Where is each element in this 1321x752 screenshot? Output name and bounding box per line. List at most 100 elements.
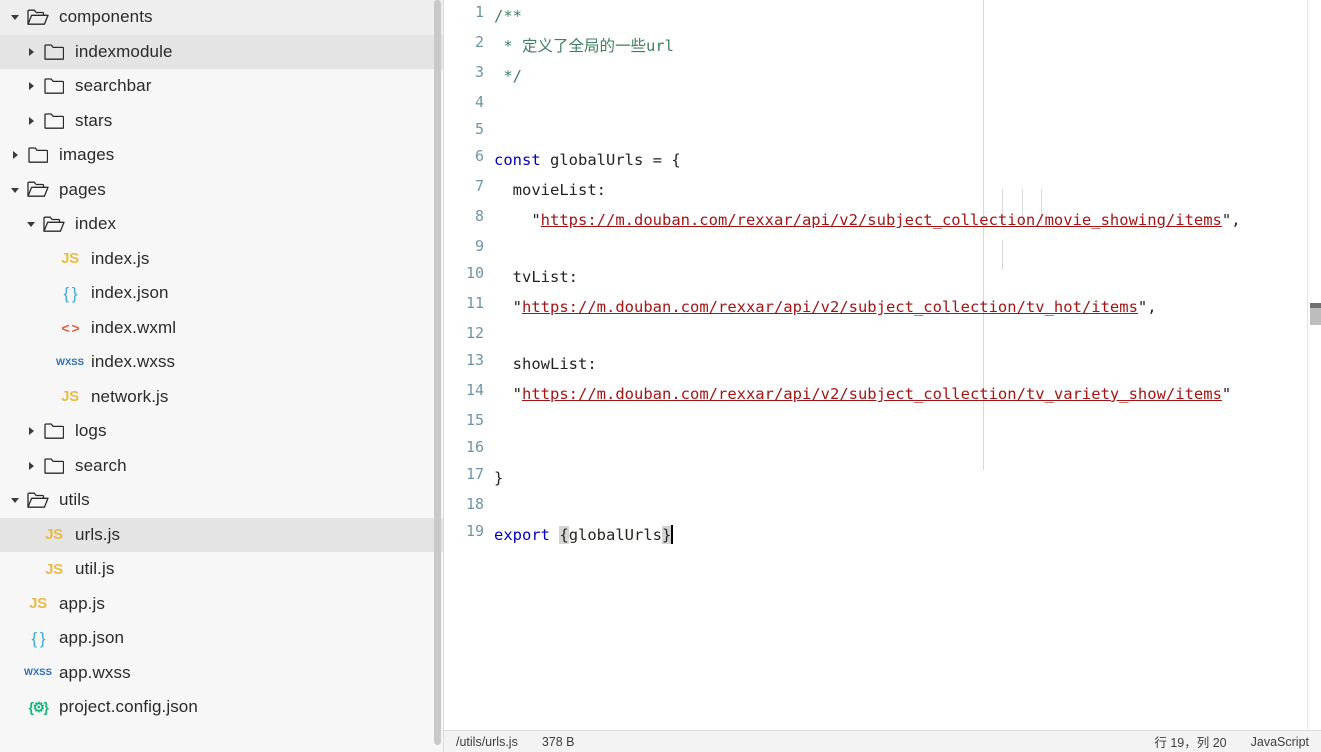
tree-item-label: index.json [91, 283, 169, 303]
chevron-right-icon[interactable] [22, 47, 40, 57]
code-token-punct: " [494, 211, 541, 229]
status-cursor-position[interactable]: 行 19，列 20 [1142, 732, 1238, 751]
tree-item-search[interactable]: search [0, 449, 443, 484]
folder-icon [40, 78, 68, 95]
tree-item-label: stars [75, 110, 113, 130]
chevron-right-icon[interactable] [22, 426, 40, 436]
code-line-text[interactable] [494, 90, 1321, 93]
tree-item-components[interactable]: components [0, 0, 443, 35]
code-line[interactable]: 18 [444, 492, 1321, 519]
tree-item-label: app.js [59, 593, 105, 613]
tree-item-network-js[interactable]: JS network.js [0, 380, 443, 415]
line-number: 7 [474, 177, 484, 195]
code-line-text[interactable]: "https://m.douban.com/rexxar/api/v2/subj… [494, 378, 1321, 408]
chevron-down-icon[interactable] [22, 219, 40, 229]
code-line-text[interactable]: export {globalUrls} [494, 519, 1321, 549]
code-line[interactable]: 17} [444, 462, 1321, 492]
chevron-down-icon[interactable] [6, 185, 24, 195]
tree-item-utils[interactable]: utils [0, 483, 443, 518]
tree-item-label: pages [59, 179, 106, 199]
code-line-text[interactable]: * 定义了全局的一些url [494, 30, 1321, 60]
code-line[interactable]: 15 [444, 408, 1321, 435]
code-line-text[interactable]: tvList: [494, 261, 1321, 291]
code-line-text[interactable] [494, 234, 1321, 237]
tree-item-index-wxml[interactable]: < > index.wxml [0, 311, 443, 346]
code-content[interactable]: 1/** 2 * 定义了全局的一些url 3 */4 5 6 const globalUr… [444, 0, 1321, 730]
code-lines[interactable]: 1/** 2 * 定义了全局的一些url 3 */4 5 6 const globalUr… [444, 0, 1321, 549]
chevron-right-icon[interactable] [22, 461, 40, 471]
tree-item-urls-js[interactable]: JS urls.js [0, 517, 443, 552]
code-line-text[interactable]: movieList: [494, 174, 1321, 204]
code-line-text[interactable]: showList: [494, 348, 1321, 378]
code-line-text[interactable]: const globalUrls = { [494, 144, 1321, 174]
tree-item-app-wxss[interactable]: WXSS app.wxss [0, 656, 443, 691]
code-line[interactable]: 4 [444, 90, 1321, 117]
tree-item-label: network.js [91, 386, 169, 406]
code-line[interactable]: 2 * 定义了全局的一些url [444, 30, 1321, 60]
code-line-text[interactable]: */ [494, 60, 1321, 90]
tree-item-index-json[interactable]: { } index.json [0, 276, 443, 311]
code-line-text[interactable] [494, 321, 1321, 324]
code-token-str: https://m.douban.com/rexxar/api/v2/subje… [540, 211, 1222, 229]
code-line-text[interactable]: /** [494, 0, 1321, 30]
chevron-down-icon[interactable] [6, 12, 24, 22]
tree-item-project-config-json[interactable]: {⚙} project.config.json [0, 690, 443, 725]
tree-item-indexmodule[interactable]: indexmodule [0, 34, 443, 69]
code-line[interactable]: 8 "https://m.douban.com/rexxar/api/v2/su… [444, 204, 1321, 234]
editor-vertical-scrollbar[interactable] [1307, 0, 1321, 730]
file-tree[interactable]: components indexmodule searchbar stars image… [0, 0, 443, 725]
tree-item-index-js[interactable]: JS index.js [0, 242, 443, 277]
tree-item-stars[interactable]: stars [0, 104, 443, 139]
tree-item-label: utils [59, 490, 90, 510]
status-file-path[interactable]: /utils/urls.js [444, 735, 530, 749]
file-explorer-sidebar[interactable]: components indexmodule searchbar stars image… [0, 0, 444, 752]
chevron-right-icon[interactable] [22, 81, 40, 91]
code-line[interactable]: 12 [444, 321, 1321, 348]
code-token-punct: ", [1221, 211, 1241, 229]
tree-item-images[interactable]: images [0, 138, 443, 173]
code-token-comment: * 定义了全局的一些url [494, 37, 675, 55]
code-token-comment: /** [494, 7, 522, 25]
code-line-text[interactable]: } [494, 462, 1321, 492]
code-line-text[interactable]: "https://m.douban.com/rexxar/api/v2/subj… [494, 291, 1321, 321]
wxml-file-icon: < > [61, 319, 79, 336]
code-line-text[interactable]: "https://m.douban.com/rexxar/api/v2/subj… [494, 204, 1321, 234]
code-line-text[interactable] [494, 408, 1321, 411]
tree-item-app-js[interactable]: JS app.js [0, 587, 443, 622]
folder-open-icon [24, 492, 52, 509]
code-line[interactable]: 3 */ [444, 60, 1321, 90]
code-line-text[interactable] [494, 117, 1321, 120]
code-line[interactable]: 16 [444, 435, 1321, 462]
code-line[interactable]: 9 [444, 234, 1321, 261]
chevron-right-icon[interactable] [6, 150, 24, 160]
tree-item-util-js[interactable]: JS util.js [0, 552, 443, 587]
code-line[interactable]: 10 tvList: [444, 261, 1321, 291]
code-editor-pane[interactable]: 1/** 2 * 定义了全局的一些url 3 */4 5 6 const globalUr… [444, 0, 1321, 752]
tree-item-index[interactable]: index [0, 207, 443, 242]
code-line[interactable]: 19 export {globalUrls} [444, 519, 1321, 549]
config-file-icon: {⚙} [28, 699, 49, 716]
code-line-text[interactable] [494, 492, 1321, 495]
code-line[interactable]: 11 "https://m.douban.com/rexxar/api/v2/s… [444, 291, 1321, 321]
chevron-right-icon[interactable] [22, 116, 40, 126]
code-line[interactable]: 7 movieList: [444, 174, 1321, 204]
code-line[interactable]: 14 "https://m.douban.com/rexxar/api/v2/s… [444, 378, 1321, 408]
tree-item-label: app.json [59, 628, 125, 648]
tree-item-searchbar[interactable]: searchbar [0, 69, 443, 104]
tree-item-label: project.config.json [59, 697, 198, 717]
tree-item-index-wxss[interactable]: WXSS index.wxss [0, 345, 443, 380]
code-line[interactable]: 6 const globalUrls = { [444, 144, 1321, 174]
editor-scrollbar-thumb[interactable] [1310, 303, 1321, 325]
code-line[interactable]: 13 showList: [444, 348, 1321, 378]
chevron-down-icon[interactable] [6, 495, 24, 505]
sidebar-scrollbar[interactable] [433, 0, 442, 752]
status-file-size: 378 B [541, 734, 575, 749]
code-line[interactable]: 1 /** [444, 0, 1321, 30]
tree-item-pages[interactable]: pages [0, 173, 443, 208]
code-line[interactable]: 5 [444, 117, 1321, 144]
status-language-mode[interactable]: JavaScript [1239, 735, 1321, 749]
tree-item-logs[interactable]: logs [0, 414, 443, 449]
sidebar-scrollbar-thumb[interactable] [434, 0, 441, 745]
code-line-text[interactable] [494, 435, 1321, 438]
tree-item-app-json[interactable]: { } app.json [0, 621, 443, 656]
